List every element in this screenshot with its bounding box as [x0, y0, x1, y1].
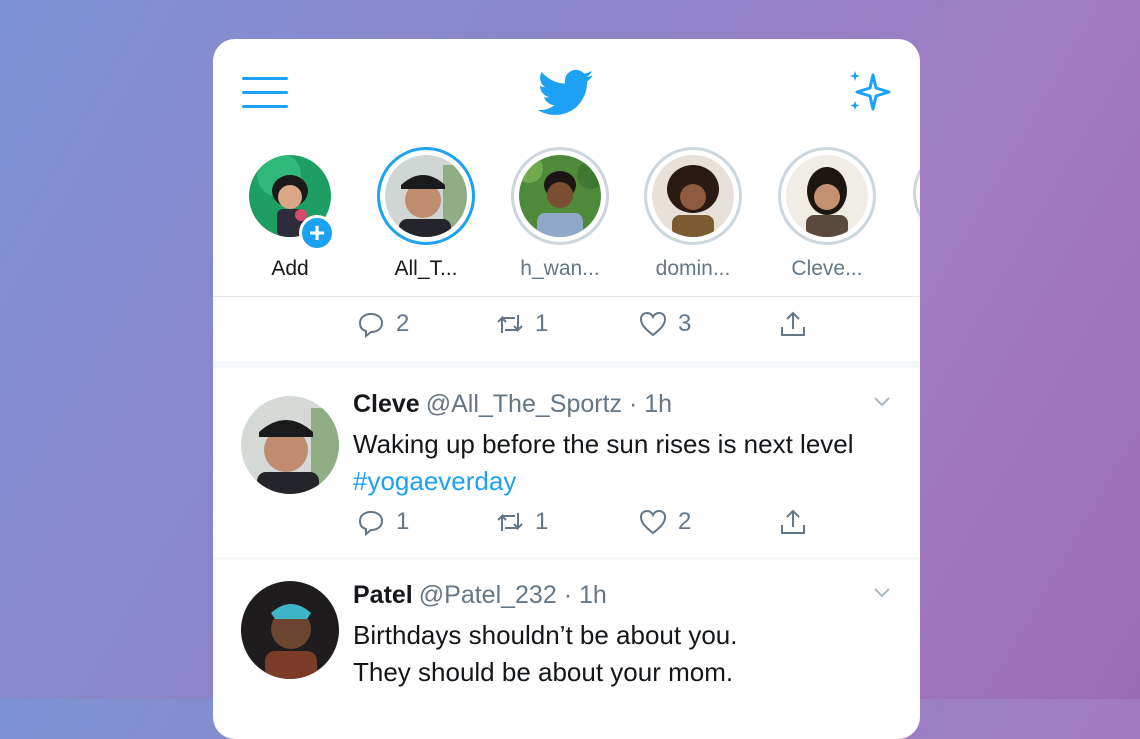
- tweet-actions: 1 1 2: [213, 502, 920, 542]
- previous-tweet-actions: 2 1 3: [213, 304, 920, 344]
- avatar: [385, 155, 467, 237]
- retweet-icon: [497, 315, 523, 333]
- twitter-app-window: + Add All_T... h_wan... domin... Cleve..…: [213, 39, 920, 739]
- story-label: h_wan...: [520, 257, 600, 280]
- story-ring: [644, 147, 742, 245]
- avatar[interactable]: [241, 396, 339, 494]
- like-count: 2: [678, 508, 692, 535]
- reply-button[interactable]: 1: [356, 502, 409, 542]
- tweet-text: Birthdays shouldn’t be about you. They s…: [353, 617, 893, 691]
- avatar: [786, 155, 868, 237]
- reply-icon: [358, 510, 384, 537]
- tweet-text-line: Birthdays shouldn’t be about you.: [353, 620, 738, 650]
- tweet-text-line: They should be about your mom.: [353, 657, 734, 687]
- like-button[interactable]: 2: [638, 502, 691, 542]
- story-label: Cleve...: [791, 257, 863, 280]
- tweet-header: Patel @Patel_232 · 1h: [353, 581, 607, 610]
- display-name[interactable]: Patel: [353, 581, 413, 609]
- story-label: Add: [271, 257, 309, 280]
- share-button[interactable]: [778, 502, 808, 542]
- retweet-count: 1: [535, 310, 549, 337]
- reply-button[interactable]: 2: [356, 304, 409, 344]
- hashtag-link[interactable]: #yogaeverday: [353, 466, 516, 496]
- handle[interactable]: @All_The_Sportz: [426, 390, 622, 418]
- share-button[interactable]: [778, 304, 808, 344]
- retweet-button[interactable]: 1: [495, 304, 548, 344]
- story-label: All_T...: [394, 257, 458, 280]
- hamburger-menu-icon[interactable]: [242, 77, 288, 109]
- reply-count: 2: [396, 310, 410, 337]
- sparkle-icon[interactable]: [846, 69, 894, 115]
- avatar[interactable]: [241, 581, 339, 679]
- story-ring-partial[interactable]: [913, 147, 920, 239]
- share-icon: [781, 509, 805, 534]
- twitter-bird-icon: [538, 69, 594, 115]
- share-icon: [781, 311, 805, 336]
- divider: [213, 361, 920, 368]
- chevron-down-icon[interactable]: [871, 390, 893, 412]
- handle[interactable]: @Patel_232: [419, 581, 557, 609]
- tweet-text: Waking up before the sun rises is next l…: [353, 426, 893, 500]
- like-count: 3: [678, 310, 692, 337]
- chevron-down-icon[interactable]: [871, 581, 893, 603]
- display-name[interactable]: Cleve: [353, 390, 420, 418]
- tweet-item[interactable]: Cleve @All_The_Sportz · 1h Waking up befo…: [213, 368, 920, 568]
- plus-icon[interactable]: +: [299, 215, 335, 251]
- divider: [213, 296, 920, 297]
- tweet-text-body: Waking up before the sun rises is next l…: [353, 429, 854, 459]
- avatar: [652, 155, 734, 237]
- story-ring: [377, 147, 475, 245]
- retweet-icon: [497, 513, 523, 531]
- story-ring: [778, 147, 876, 245]
- like-button[interactable]: 3: [638, 304, 691, 344]
- reply-count: 1: [396, 508, 410, 535]
- tweet-item[interactable]: Patel @Patel_232 · 1h Birthdays shouldn’t…: [213, 559, 920, 739]
- timestamp: · 1h: [628, 390, 673, 418]
- reply-icon: [358, 312, 384, 339]
- story-label: domin...: [655, 257, 731, 280]
- fleets-bar: + Add All_T... h_wan... domin... Cleve..…: [213, 147, 920, 297]
- retweet-button[interactable]: 1: [495, 502, 548, 542]
- avatar: [519, 155, 601, 237]
- tweet-header: Cleve @All_The_Sportz · 1h: [353, 390, 672, 419]
- heart-icon: [639, 509, 667, 535]
- timestamp: · 1h: [563, 581, 607, 609]
- retweet-count: 1: [535, 508, 549, 535]
- heart-icon: [639, 311, 667, 337]
- story-ring: [511, 147, 609, 245]
